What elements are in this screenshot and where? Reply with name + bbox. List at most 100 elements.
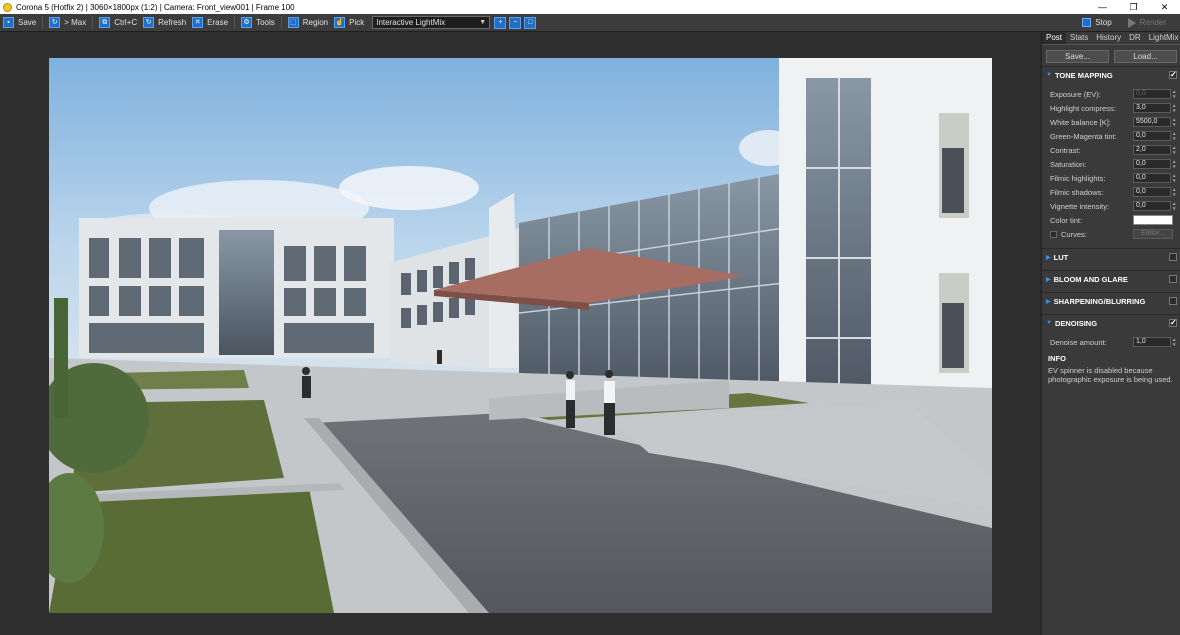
saturation-spinner[interactable]: 0,0: [1133, 159, 1171, 169]
spinner-arrows-icon[interactable]: ▲ ▼: [1172, 89, 1176, 99]
filmic-shadows-spinner[interactable]: 0,0: [1133, 187, 1171, 197]
param-row: White balance [K]: 5500,0 ▲ ▼: [1042, 115, 1180, 129]
region-select-icon: ⬚: [287, 17, 299, 28]
param-label: Highlight compress:: [1050, 103, 1116, 113]
param-row: Filmic highlights: 0,0 ▲ ▼: [1042, 171, 1180, 185]
denoise-amount-spinner[interactable]: 1,0: [1133, 337, 1171, 347]
erase-x-icon: ✕: [192, 17, 204, 28]
play-icon: [1127, 17, 1136, 28]
vignette-spinner[interactable]: 0,0: [1133, 201, 1171, 211]
param-label: Filmic highlights:: [1050, 173, 1106, 183]
tab-stats[interactable]: Stats: [1066, 32, 1092, 44]
tools-button[interactable]: ⚙ Tools: [241, 15, 275, 30]
param-row: Filmic shadows: 0,0 ▲ ▼: [1042, 185, 1180, 199]
white-balance-spinner[interactable]: 5500,0: [1133, 117, 1171, 127]
window-title: Corona 5 (Hotfix 2) | 3060×1800px (1:2) …: [16, 2, 295, 12]
exposure-spinner[interactable]: 0,0: [1133, 89, 1171, 99]
denoising-checkbox[interactable]: ✓: [1169, 319, 1177, 327]
color-tint-swatch[interactable]: [1133, 215, 1173, 225]
spinner-arrows-icon[interactable]: ▲ ▼: [1172, 103, 1176, 113]
load-preset-button[interactable]: Load...: [1114, 50, 1177, 63]
filmic-highlights-spinner[interactable]: 0,0: [1133, 173, 1171, 183]
param-row: Curves: Editor...: [1042, 227, 1180, 241]
spinner-arrows-icon[interactable]: ▲ ▼: [1172, 117, 1176, 127]
render-viewport[interactable]: [0, 32, 1040, 635]
refresh-icon: ↻: [143, 17, 155, 28]
curves-checkbox[interactable]: [1050, 230, 1057, 238]
spinner-arrows-icon[interactable]: ▲ ▼: [1172, 159, 1176, 169]
region-button[interactable]: ⬚ Region: [287, 15, 328, 30]
lightmix-dropdown[interactable]: Interactive LightMix ▼: [372, 16, 491, 29]
refresh-button[interactable]: ↻ Refresh: [143, 15, 186, 30]
collapsed-triangle-icon: ▶: [1046, 298, 1051, 305]
info-message: EV spinner is disabled because photograp…: [1048, 366, 1173, 384]
bloom-glare-checkbox[interactable]: [1169, 275, 1177, 283]
lut-header[interactable]: ▶ LUT: [1042, 248, 1180, 265]
tab-lightmix[interactable]: LightMix: [1145, 32, 1180, 44]
spinner-arrows-icon[interactable]: ▲ ▼: [1172, 201, 1176, 211]
preset-buttons: Save... Load...: [1042, 45, 1180, 66]
erase-button[interactable]: ✕ Erase: [192, 15, 228, 30]
tone-mapping-checkbox[interactable]: ✓: [1169, 71, 1177, 79]
post-settings-panel: Post Stats History DR LightMix Save... L…: [1041, 32, 1180, 635]
title-bar: Corona 5 (Hotfix 2) | 3060×1800px (1:2) …: [0, 0, 1180, 14]
param-label: Filmic shadows:: [1050, 187, 1104, 197]
maximize-button[interactable]: ❐: [1118, 0, 1149, 14]
param-label: Vignette intensity:: [1050, 201, 1110, 211]
green-magenta-spinner[interactable]: 0,0: [1133, 131, 1171, 141]
param-label: Color tint:: [1050, 215, 1083, 225]
copy-button[interactable]: ⧉ Ctrl+C: [99, 15, 137, 30]
minimize-button[interactable]: —: [1087, 0, 1118, 14]
param-label: White balance [K]:: [1050, 117, 1111, 127]
stop-button[interactable]: Stop: [1082, 15, 1112, 30]
expand-triangle-icon: ▼: [1046, 72, 1052, 78]
expand-triangle-icon: ▼: [1046, 320, 1052, 326]
info-heading: INFO: [1048, 354, 1066, 363]
denoising-header[interactable]: ▼ DENOISING ✓: [1042, 314, 1180, 331]
param-row: Saturation: 0,0 ▲ ▼: [1042, 157, 1180, 171]
chevron-down-icon: ▼: [479, 19, 487, 26]
hand-pointer-icon: ☝: [334, 17, 346, 28]
architecture-render-illustration: [49, 58, 992, 613]
rendered-image: [49, 58, 992, 613]
save-button[interactable]: ▪ Save: [3, 15, 36, 30]
window-controls: — ❐ ✕: [1087, 0, 1180, 14]
spinner-arrows-icon[interactable]: ▲ ▼: [1172, 187, 1176, 197]
param-row: Green-Magenta tint: 0,0 ▲ ▼: [1042, 129, 1180, 143]
param-row: Exposure (EV): 0,0 ▲ ▼: [1042, 87, 1180, 101]
save-preset-button[interactable]: Save...: [1046, 50, 1109, 63]
zoom-out-icon[interactable]: −: [509, 16, 522, 29]
tone-mapping-header[interactable]: ▼ TONE MAPPING ✓: [1042, 66, 1180, 83]
pick-button[interactable]: ☝ Pick: [334, 15, 364, 30]
collapsed-triangle-icon: ▶: [1046, 254, 1051, 261]
contrast-spinner[interactable]: 2,0: [1133, 145, 1171, 155]
lut-checkbox[interactable]: [1169, 253, 1177, 261]
floppy-disk-icon: ▪: [3, 17, 14, 28]
close-button[interactable]: ✕: [1149, 0, 1180, 14]
highlight-compress-spinner[interactable]: 3,0: [1133, 103, 1171, 113]
bloom-glare-header[interactable]: ▶ BLOOM AND GLARE: [1042, 270, 1180, 287]
sharpening-checkbox[interactable]: [1169, 297, 1177, 305]
gear-icon: ⚙: [241, 17, 253, 28]
spinner-arrows-icon[interactable]: ▲ ▼: [1172, 337, 1176, 347]
spinner-arrows-icon[interactable]: ▲ ▼: [1172, 173, 1176, 183]
render-button[interactable]: Render: [1118, 15, 1166, 30]
spinner-arrows-icon[interactable]: ▲ ▼: [1172, 145, 1176, 155]
panel-tabs: Post Stats History DR LightMix: [1042, 32, 1180, 45]
param-label: Denoise amount:: [1050, 337, 1107, 347]
toolbar-divider: [92, 16, 94, 29]
tab-history[interactable]: History: [1092, 32, 1125, 44]
corona-app-icon: [3, 2, 12, 12]
render-controls: Stop Render: [1082, 15, 1172, 30]
curves-editor-button[interactable]: Editor...: [1133, 229, 1173, 239]
param-row: Denoise amount: 1,0 ▲ ▼: [1042, 335, 1180, 349]
tab-post[interactable]: Post: [1042, 32, 1067, 44]
zoom-fit-icon[interactable]: □: [524, 16, 537, 29]
param-label: Curves:: [1061, 229, 1087, 239]
save-to-max-button[interactable]: ↻ > Max: [49, 15, 86, 30]
tab-dr[interactable]: DR: [1125, 32, 1145, 44]
zoom-in-icon[interactable]: +: [494, 16, 507, 29]
spinner-arrows-icon[interactable]: ▲ ▼: [1172, 131, 1176, 141]
param-row: Highlight compress: 3,0 ▲ ▼: [1042, 101, 1180, 115]
sharpening-header[interactable]: ▶ SHARPENING/BLURRING: [1042, 292, 1180, 309]
